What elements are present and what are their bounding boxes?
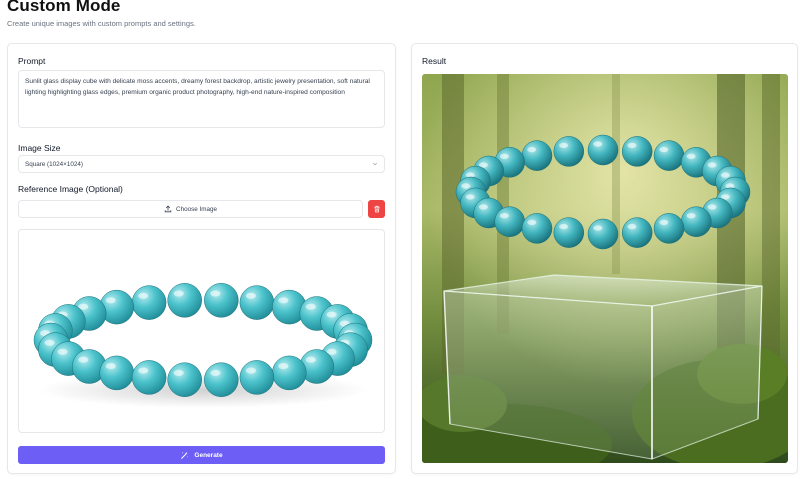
bead-highlight — [686, 213, 696, 219]
bead — [239, 285, 275, 320]
bead — [521, 140, 553, 171]
magic-wand-icon — [181, 451, 189, 459]
bead-highlight — [720, 172, 730, 178]
page-subtitle: Create unique images with custom prompts… — [7, 19, 196, 28]
bead-highlight — [305, 356, 316, 363]
bead-highlight — [593, 225, 603, 231]
bead-highlight — [499, 213, 509, 219]
bead — [204, 283, 239, 318]
delete-image-button[interactable] — [368, 200, 385, 218]
bead — [204, 362, 239, 397]
bead-highlight — [627, 223, 637, 230]
bead — [587, 218, 619, 250]
result-scene-image — [422, 74, 788, 463]
prompt-label: Prompt — [18, 56, 46, 66]
bead-highlight — [499, 153, 509, 159]
bead — [167, 283, 202, 318]
bead — [272, 355, 307, 391]
bead-highlight — [173, 290, 184, 297]
bead — [681, 206, 712, 237]
bead-highlight — [245, 367, 256, 374]
bead-highlight — [527, 146, 537, 153]
trash-icon — [373, 205, 380, 213]
bead — [621, 217, 653, 248]
result-image — [422, 74, 788, 463]
bead — [99, 355, 134, 391]
bead-highlight — [659, 219, 669, 226]
bead-highlight — [707, 162, 717, 168]
bead-highlight — [593, 141, 603, 147]
choose-image-button[interactable]: Choose Image — [18, 200, 363, 218]
bead-highlight — [138, 292, 149, 299]
bead — [494, 206, 525, 237]
bead-highlight — [326, 311, 337, 318]
bead-highlight — [659, 146, 669, 153]
bead-highlight — [105, 363, 116, 370]
bead — [653, 140, 685, 171]
page-title: Custom Mode — [7, 0, 121, 15]
bead-highlight — [461, 183, 471, 189]
bead-highlight — [105, 297, 116, 304]
bead — [587, 134, 619, 166]
bead — [131, 285, 167, 320]
bead-highlight — [559, 142, 569, 149]
bead-highlight — [707, 204, 717, 210]
bead — [521, 213, 553, 244]
image-size-select[interactable]: Square (1024×1024) — [18, 155, 385, 173]
choose-image-label: Choose Image — [176, 205, 217, 213]
bead-highlight — [44, 339, 55, 346]
bead — [653, 213, 685, 244]
bead — [621, 136, 653, 167]
bead-highlight — [627, 142, 637, 149]
bead-highlight — [138, 367, 149, 374]
result-card: Result — [411, 43, 798, 474]
bead-highlight — [57, 348, 68, 355]
image-size-value: Square (1024×1024) — [25, 160, 83, 168]
generate-button[interactable]: Generate — [18, 446, 385, 464]
bead-highlight — [686, 153, 696, 159]
upload-icon — [164, 205, 172, 213]
reference-image-label: Reference Image (Optional) — [18, 184, 123, 194]
bead-highlight — [527, 219, 537, 226]
bead-highlight — [305, 303, 316, 310]
bead-highlight — [465, 194, 475, 200]
bead-highlight — [478, 204, 488, 210]
bead-highlight — [173, 369, 184, 376]
settings-card: Prompt Sunlit glass display cube with de… — [7, 43, 396, 474]
bead — [553, 217, 585, 248]
result-label: Result — [422, 56, 447, 66]
bead-highlight — [210, 290, 221, 297]
generate-label: Generate — [194, 451, 223, 459]
bead-highlight — [78, 356, 89, 363]
bead-highlight — [245, 292, 256, 299]
bead-highlight — [210, 369, 221, 376]
reference-image-preview — [18, 229, 385, 433]
turquoise-bracelet-image — [33, 283, 373, 408]
bead-highlight — [278, 363, 289, 370]
bead-highlight — [559, 223, 569, 230]
chevron-down-icon — [372, 162, 378, 166]
bead — [239, 360, 275, 395]
image-size-label: Image Size — [18, 143, 61, 153]
prompt-textarea[interactable]: Sunlit glass display cube with delicate … — [18, 70, 385, 128]
bead — [167, 362, 202, 397]
bead-highlight — [278, 297, 289, 304]
bead — [553, 136, 585, 167]
bead — [131, 360, 167, 395]
